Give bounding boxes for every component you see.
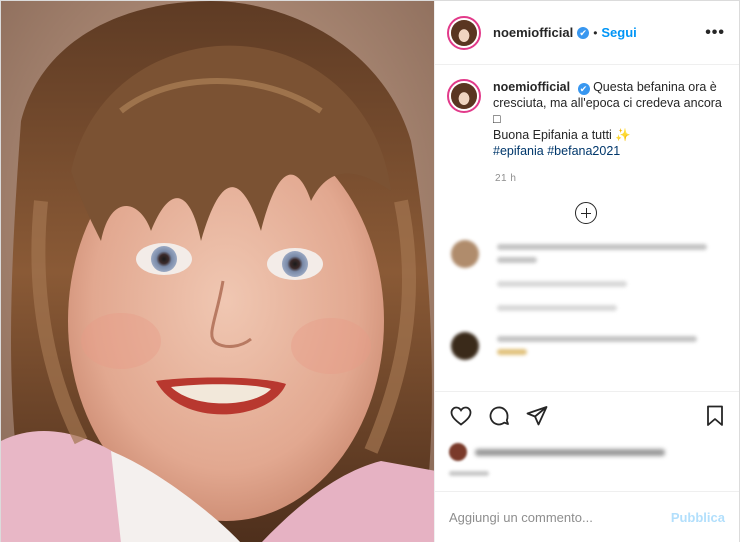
comment-input[interactable] — [449, 510, 671, 525]
caption-emoji1: □ — [493, 112, 501, 126]
header-avatar[interactable] — [447, 15, 481, 50]
plus-circle-icon[interactable] — [575, 202, 597, 224]
portrait-image — [1, 1, 434, 542]
blurred-comment — [447, 332, 725, 362]
post-header: noemiofficial ✔ • Segui ••• — [435, 1, 739, 65]
hashtag-link[interactable]: #epifania — [493, 144, 544, 158]
blurred-likes-text — [475, 448, 665, 456]
follow-button[interactable]: Segui — [601, 25, 636, 40]
load-more-comments[interactable] — [447, 202, 725, 224]
post-time[interactable]: 21 h — [495, 173, 725, 184]
blurred-comment — [447, 240, 725, 318]
blurred-avatar — [451, 332, 479, 360]
post-actions — [435, 391, 739, 439]
blurred-avatar — [449, 443, 467, 461]
instagram-post: noemiofficial ✔ • Segui ••• noemiofficia… — [0, 0, 740, 542]
blurred-avatar — [451, 240, 479, 268]
more-options-icon[interactable]: ••• — [705, 24, 725, 42]
blurred-text — [497, 240, 725, 318]
post-photo[interactable] — [1, 1, 434, 542]
bookmark-icon[interactable] — [703, 404, 727, 428]
add-comment-bar: Pubblica — [435, 491, 739, 542]
verified-badge-icon: ✔ — [577, 26, 590, 39]
publish-button[interactable]: Pubblica — [671, 510, 725, 525]
send-icon[interactable] — [525, 404, 549, 428]
sparkles-icon: ✨ — [615, 128, 631, 142]
header-separator: • — [593, 25, 598, 40]
comment-icon[interactable] — [487, 404, 511, 428]
blurred-date — [449, 471, 489, 476]
hashtag-link[interactable]: #befana2021 — [547, 144, 620, 158]
comments-section[interactable]: noemiofficial ✔ Questa befanina ora è cr… — [435, 65, 739, 391]
blurred-text — [497, 332, 725, 362]
post-caption: noemiofficial ✔ Questa befanina ora è cr… — [447, 79, 725, 159]
heart-icon[interactable] — [449, 404, 473, 428]
caption-avatar[interactable] — [447, 79, 481, 113]
header-username[interactable]: noemiofficial — [493, 25, 573, 40]
likes-section — [435, 439, 739, 491]
caption-line2: Buona Epifania a tutti — [493, 128, 612, 142]
caption-username[interactable]: noemiofficial — [493, 80, 570, 94]
post-sidebar: noemiofficial ✔ • Segui ••• noemiofficia… — [434, 1, 739, 542]
caption-text: noemiofficial ✔ Questa befanina ora è cr… — [493, 79, 725, 159]
verified-badge-icon: ✔ — [577, 83, 590, 95]
